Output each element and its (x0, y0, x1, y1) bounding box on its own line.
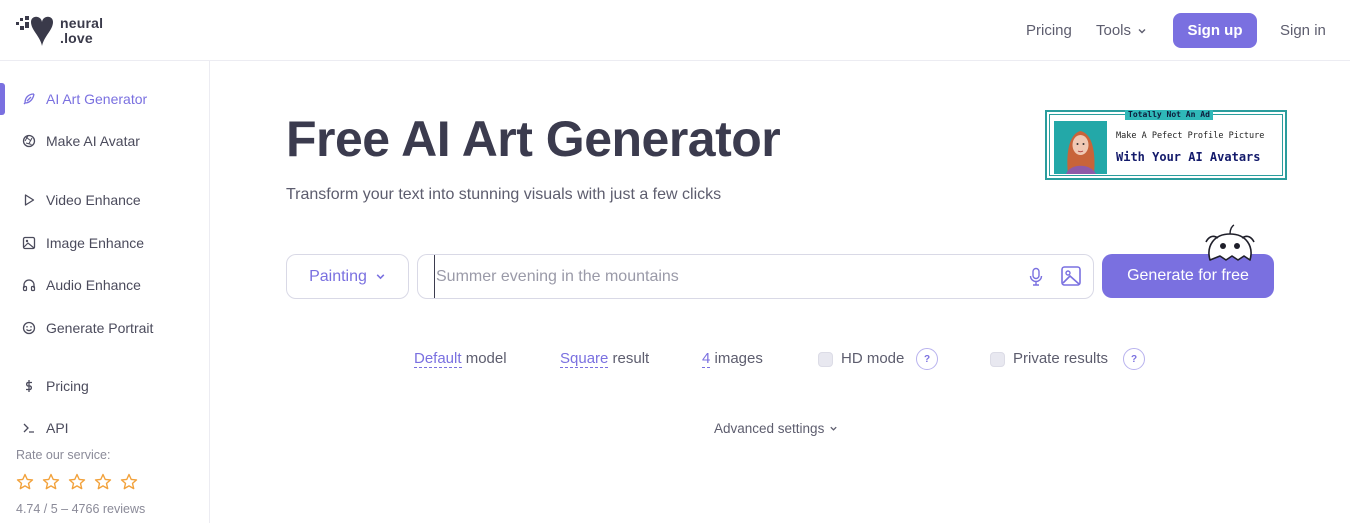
smile-icon (22, 321, 36, 335)
play-icon (24, 194, 35, 206)
image-icon (22, 236, 36, 250)
chevron-down-icon (1138, 28, 1146, 33)
brand-logo[interactable]: neural .love (16, 14, 103, 48)
ad-portrait-image (1054, 121, 1107, 174)
sidebar-item-audio-enhance[interactable]: Audio Enhance (0, 267, 209, 303)
rating-stars (16, 473, 138, 491)
model-suffix: model (461, 350, 507, 367)
microphone-icon[interactable] (1028, 267, 1044, 287)
result-shape-selector[interactable]: Square (560, 350, 609, 368)
headphones-icon (22, 279, 36, 292)
star-icon[interactable] (120, 473, 138, 491)
portrait-illustration (1054, 121, 1107, 174)
advanced-settings-label: Advanced settings (714, 421, 825, 436)
nav-tools-menu[interactable]: Tools (1096, 22, 1147, 39)
brand-name-line1: neural (60, 15, 104, 31)
prompt-input[interactable] (434, 255, 1014, 298)
chevron-down-icon (830, 426, 837, 431)
star-icon[interactable] (94, 473, 112, 491)
sidebar-item-make-ai-avatar[interactable]: Make AI Avatar (0, 123, 209, 159)
ad-text-line2: With Your AI Avatars (1116, 150, 1261, 164)
sidebar-item-label: Audio Enhance (46, 277, 141, 293)
page-subtitle: Transform your text into stunning visual… (286, 186, 722, 203)
star-icon[interactable] (16, 473, 34, 491)
dollar-icon (26, 380, 32, 392)
sidebar-item-image-enhance[interactable]: Image Enhance (0, 225, 209, 261)
model-selector[interactable]: Default (414, 350, 462, 368)
private-results-help-icon[interactable]: ? (1123, 348, 1145, 370)
sidebar-item-label: Generate Portrait (46, 320, 154, 336)
ad-frame: Totally Not An Ad Make A Pefect Profile … (1049, 110, 1283, 176)
star-icon[interactable] (42, 473, 60, 491)
sidebar-item-api[interactable]: API (0, 410, 209, 446)
sidebar-item-label: Make AI Avatar (46, 133, 140, 149)
result-suffix: result (608, 350, 650, 367)
avatar-ad-banner[interactable]: Totally Not An Ad Make A Pefect Profile … (1045, 110, 1287, 180)
chevron-down-icon (376, 274, 385, 280)
hd-mode-help-icon[interactable]: ? (916, 348, 938, 370)
prompt-box (417, 254, 1094, 299)
rate-label: Rate our service: (16, 448, 111, 462)
hd-mode-label: HD mode (841, 350, 905, 367)
sidebar-item-pricing[interactable]: Pricing (0, 368, 209, 404)
private-results-label: Private results (1013, 350, 1109, 367)
images-option: 4 images (702, 350, 763, 368)
sidebar-item-label: Image Enhance (46, 235, 145, 251)
brand-name-line2: .love (60, 30, 93, 46)
nav-pricing-link[interactable]: Pricing (1026, 22, 1072, 39)
ad-text-line1: Make A Pefect Profile Picture (1116, 131, 1265, 141)
model-option: Default model (414, 350, 507, 368)
nav-tools-label: Tools (1096, 22, 1132, 39)
sidebar-item-generate-portrait[interactable]: Generate Portrait (0, 310, 209, 346)
signin-link[interactable]: Sign in (1280, 22, 1326, 39)
sidebar-item-label: Pricing (46, 378, 89, 394)
ad-badge: Totally Not An Ad (1125, 110, 1213, 120)
terminal-icon (23, 423, 34, 433)
rating-summary: 4.74 / 5 – 4766 reviews (16, 502, 146, 516)
hd-mode-checkbox[interactable] (818, 352, 833, 367)
star-icon[interactable] (68, 473, 86, 491)
advanced-settings-toggle[interactable]: Advanced settings (714, 421, 838, 436)
page-title: Free AI Art Generator (286, 111, 781, 167)
heart-logo-icon (16, 16, 53, 46)
sidebar-item-video-enhance[interactable]: Video Enhance (0, 182, 209, 218)
style-dropdown-value: Painting (309, 267, 367, 285)
signup-button[interactable]: Sign up (1173, 13, 1257, 48)
sidebar-item-ai-art-generator[interactable]: AI Art Generator (0, 81, 209, 117)
top-navbar: neural .love Pricing Tools Sign up Sign … (0, 0, 1350, 61)
ghost-mascot-icon (1205, 224, 1255, 261)
sidebar-item-label: AI Art Generator (46, 91, 148, 107)
feather-icon (23, 93, 35, 105)
sidebar-item-label: Video Enhance (46, 192, 141, 208)
result-option: Square result (560, 350, 650, 368)
images-suffix: images (710, 350, 763, 367)
sidebar-item-label: API (46, 420, 69, 436)
private-results-checkbox[interactable] (990, 352, 1005, 367)
image-upload-icon[interactable] (1060, 265, 1082, 287)
aperture-icon (22, 134, 36, 148)
style-dropdown[interactable]: Painting (286, 254, 409, 299)
sidebar: AI Art Generator Make AI Avatar Video En… (0, 61, 210, 523)
